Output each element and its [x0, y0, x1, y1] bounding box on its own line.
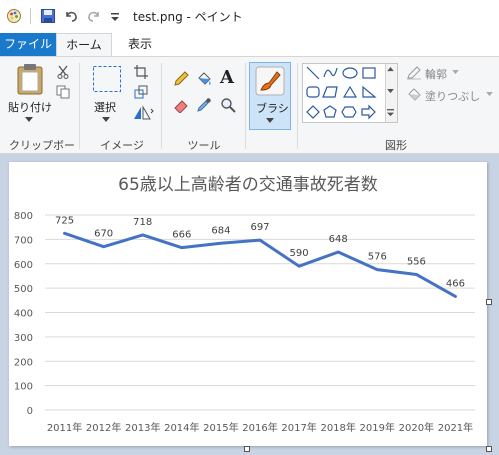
y-tick-label: 800: [14, 211, 33, 222]
x-tick-label: 2020年: [399, 421, 434, 434]
y-tick-label: 0: [27, 406, 33, 417]
x-axis: 2011年 2012年 2013年 2014年 2015年 2016年 2017年 2018年…: [47, 421, 473, 434]
y-tick-label: 200: [14, 357, 33, 368]
shapes-scroll-down-icon[interactable]: [387, 89, 394, 94]
outline-button[interactable]: 輪郭: [425, 66, 447, 82]
separator: [297, 63, 298, 149]
y-tick-label: 500: [14, 284, 33, 295]
x-tick-label: 2017年: [281, 421, 316, 434]
undo-icon[interactable]: [63, 8, 79, 24]
paint-app-icon: [7, 9, 21, 23]
fill-dropdown-icon[interactable]: [486, 92, 493, 97]
copy-icon[interactable]: [56, 85, 70, 99]
save-icon[interactable]: [40, 8, 56, 24]
x-tick-label: 2012年: [86, 421, 121, 434]
color-picker-icon[interactable]: [196, 97, 212, 113]
magnifier-icon[interactable]: [220, 97, 236, 113]
y-tick-label: 300: [14, 333, 33, 344]
brush-dropdown-icon: [266, 118, 274, 123]
x-tick-label: 2016年: [242, 421, 277, 434]
text-tool-icon[interactable]: A: [220, 67, 234, 88]
window-title: test.png - ペイント: [133, 10, 243, 24]
fill-bucket-icon[interactable]: [196, 71, 212, 87]
separator: [161, 63, 162, 149]
crop-icon[interactable]: [134, 65, 148, 79]
tab-view[interactable]: 表示: [112, 33, 168, 56]
select-button[interactable]: 選択: [94, 99, 116, 115]
data-label: 718: [133, 217, 152, 228]
x-tick-label: 2018年: [320, 421, 355, 434]
y-tick-label: 400: [14, 309, 33, 320]
brush-label: ブラシ: [256, 102, 289, 115]
paste-icon[interactable]: [16, 63, 44, 95]
eraser-icon[interactable]: [173, 97, 189, 113]
separator: [245, 63, 246, 149]
data-label: 670: [94, 229, 113, 240]
brush-icon: [255, 66, 285, 96]
separator: [79, 63, 80, 149]
x-tick-label: 2013年: [125, 421, 160, 434]
shapes-gallery-icons: [306, 66, 377, 120]
resize-handle-bottom[interactable]: [244, 446, 250, 452]
line-chart: 65歳以上高齢者の交通事故死者数 0 100 200 300 400 500 600 700 8…: [14, 175, 475, 434]
ribbon: 貼り付け クリップボード 選択 イメージ A ツール: [0, 56, 499, 168]
shapes-scroll-up-icon[interactable]: [387, 67, 394, 72]
data-label: 556: [407, 256, 426, 267]
ribbon-tabs: ファイル ホーム 表示: [0, 33, 499, 56]
group-label-shapes: 図形: [385, 139, 407, 152]
paste-dropdown-icon[interactable]: [25, 117, 33, 123]
brush-button[interactable]: ブラシ: [249, 62, 291, 130]
rotate-icon[interactable]: [132, 105, 154, 121]
data-label: 725: [55, 215, 74, 226]
y-axis: 0 100 200 300 400 500 600 700 800: [14, 211, 33, 417]
data-label: 648: [329, 234, 348, 245]
select-dropdown-icon[interactable]: [102, 117, 110, 123]
series-line-path: [63, 231, 457, 298]
y-tick-label: 100: [14, 382, 33, 393]
select-icon[interactable]: [92, 65, 122, 93]
customize-quick-access-icon[interactable]: [107, 8, 123, 24]
resize-handle-right[interactable]: [486, 299, 492, 305]
shapes-more-icon[interactable]: [387, 109, 394, 117]
resize-icon[interactable]: [134, 85, 148, 99]
title-bar: test.png - ペイント: [0, 0, 499, 33]
x-tick-label: 2019年: [360, 421, 395, 434]
pencil-icon[interactable]: [173, 71, 189, 87]
x-tick-label: 2014年: [164, 421, 199, 434]
paint-canvas[interactable]: 65歳以上高齢者の交通事故死者数 0 100 200 300 400 500 600 700 8…: [9, 162, 487, 446]
group-label-tools: ツール: [187, 139, 221, 152]
x-tick-label: 2021年: [438, 421, 473, 434]
x-tick-label: 2015年: [203, 421, 238, 434]
data-label: 590: [290, 248, 309, 259]
resize-handle-corner[interactable]: [486, 446, 492, 452]
paste-button[interactable]: 貼り付け: [8, 99, 52, 115]
redo-icon[interactable]: [86, 8, 102, 24]
fill-button[interactable]: 塗りつぶし: [425, 88, 480, 104]
data-label: 684: [211, 225, 230, 236]
outline-icon[interactable]: [406, 66, 422, 80]
cut-icon[interactable]: [56, 65, 70, 79]
data-label: 466: [446, 278, 465, 289]
x-tick-label: 2011年: [47, 421, 82, 434]
chart-title: 65歳以上高齢者の交通事故死者数: [118, 175, 378, 195]
fill-icon[interactable]: [406, 88, 422, 102]
data-label: 666: [172, 230, 191, 241]
series-line: [63, 231, 457, 298]
y-tick-label: 600: [14, 260, 33, 271]
data-label: 697: [250, 222, 269, 233]
data-labels: 725 670 718 666 684 697 590 648 576 556 466: [55, 215, 465, 289]
tab-home[interactable]: ホーム: [56, 33, 112, 56]
shapes-gallery: [302, 63, 398, 123]
tab-file[interactable]: ファイル: [0, 33, 56, 56]
y-tick-label: 700: [14, 235, 33, 246]
group-label-image: イメージ: [100, 139, 144, 152]
data-label: 576: [368, 252, 387, 263]
outline-dropdown-icon[interactable]: [452, 70, 459, 75]
title-separator: [30, 8, 31, 24]
